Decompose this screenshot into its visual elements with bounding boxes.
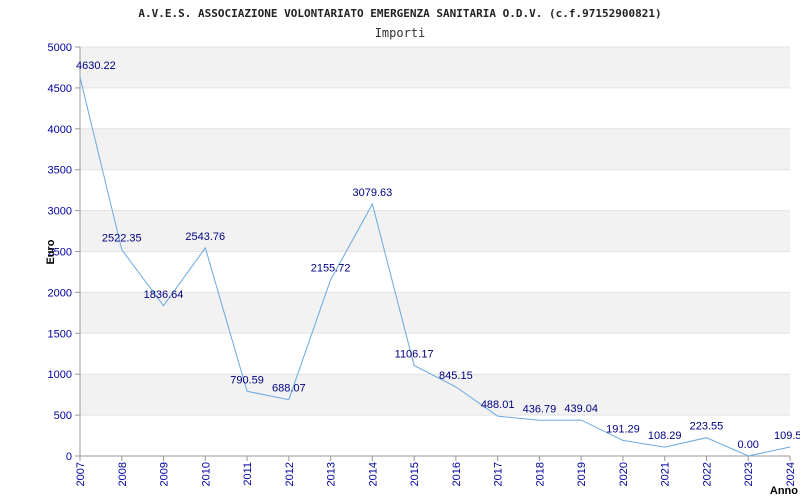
y-tick-label: 1500 (48, 328, 72, 340)
x-tick-label: 2013 (326, 462, 338, 486)
data-label: 0.00 (738, 439, 759, 451)
x-tick-label: 2008 (117, 462, 129, 486)
y-tick-label: 1000 (48, 369, 72, 381)
data-label: 4630.22 (76, 60, 116, 72)
x-tick-label: 2023 (743, 462, 755, 486)
x-tick-label: 2019 (576, 462, 588, 486)
x-tick-label: 2009 (159, 462, 171, 486)
y-tick-label: 0 (66, 451, 72, 463)
grid-band (80, 374, 790, 416)
chart-title: A.V.E.S. ASSOCIAZIONE VOLONTARIATO EMERG… (138, 7, 661, 20)
x-tick-label: 2018 (534, 462, 546, 486)
data-label: 790.59 (230, 374, 264, 386)
x-tick-label: 2007 (75, 462, 87, 486)
y-tick-label: 2000 (48, 287, 72, 299)
line-chart: 0500100015002000250030003500400045005000… (45, 7, 800, 497)
data-label: 2155.72 (311, 263, 351, 275)
grid-band (80, 292, 790, 334)
data-label: 2522.35 (102, 233, 142, 245)
data-label: 1836.64 (144, 289, 184, 301)
data-label: 191.29 (606, 423, 640, 435)
data-label: 488.01 (481, 399, 515, 411)
x-tick-label: 2012 (284, 462, 296, 486)
data-label: 109.58 (774, 430, 800, 442)
y-tick-label: 3500 (48, 165, 72, 177)
y-tick-label: 500 (54, 410, 72, 422)
data-label: 2543.76 (185, 231, 225, 243)
x-tick-label: 2022 (701, 462, 713, 486)
data-label: 845.15 (439, 370, 473, 382)
x-tick-label: 2024 (785, 462, 797, 486)
data-label: 108.29 (648, 430, 682, 442)
x-axis-label: Anno (770, 485, 798, 497)
data-label: 1106.17 (395, 349, 434, 361)
x-axis-ticks: 2007 2008 2009 2010 2011 2012 2013 2014 2015 2016… (75, 456, 797, 486)
data-label: 439.04 (564, 403, 598, 415)
y-tick-label: 4000 (48, 124, 72, 136)
x-tick-label: 2015 (409, 462, 421, 486)
data-label: 223.55 (690, 421, 724, 433)
x-tick-label: 2016 (451, 462, 463, 486)
y-tick-label: 3000 (48, 206, 72, 218)
chart-subtitle: Importi (375, 26, 426, 40)
y-tick-label: 5000 (48, 42, 72, 54)
grid-band (80, 128, 790, 170)
x-tick-label: 2021 (660, 462, 672, 486)
y-tick-label: 4500 (48, 83, 72, 95)
x-tick-label: 2017 (493, 462, 505, 486)
x-tick-label: 2010 (200, 462, 212, 486)
x-tick-label: 2011 (242, 462, 254, 486)
x-tick-label: 2020 (618, 462, 630, 486)
y-axis-label: Euro (45, 239, 57, 264)
data-label: 688.07 (272, 383, 306, 395)
data-label: 436.79 (523, 403, 557, 415)
data-label: 3079.63 (352, 187, 392, 199)
x-tick-label: 2014 (367, 462, 379, 486)
grid-band (80, 47, 790, 88)
